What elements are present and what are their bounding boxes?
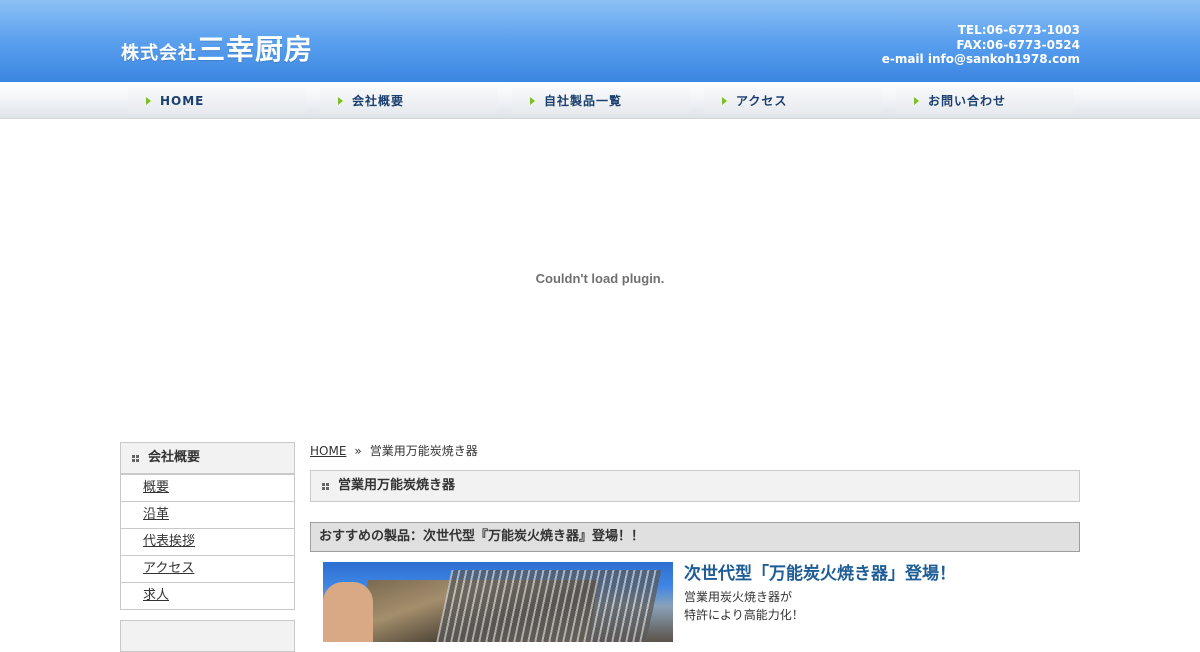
arrow-right-icon [722, 97, 727, 105]
contact-fax: FAX:06-6773-0524 [956, 37, 1080, 52]
sidebar-link-overview[interactable]: 概要 [143, 480, 169, 495]
sidebar-link-greeting[interactable]: 代表挨拶 [143, 534, 195, 549]
breadcrumb: HOME » 営業用万能炭焼き器 [310, 442, 1080, 460]
sidebar-link-access[interactable]: アクセス [143, 561, 194, 576]
product-desc-line-1: 営業用炭火焼き器が [684, 590, 793, 604]
product-text: 次世代型「万能炭火焼き器」登場！ 営業用炭火焼き器が 特許により高能力化！ [684, 562, 956, 624]
sidebar-link-recruit[interactable]: 求人 [143, 588, 169, 603]
page-title-label: 営業用万能炭焼き器 [338, 478, 456, 493]
nav-access-label: アクセス [736, 94, 788, 108]
arrow-right-icon [914, 97, 919, 105]
arrow-right-icon [146, 97, 151, 105]
arrow-right-icon [338, 97, 343, 105]
site-logo[interactable]: 株式会社三幸厨房 [121, 28, 313, 68]
featured-product: 次世代型「万能炭火焼き器」登場！ 営業用炭火焼き器が 特許により高能力化！ [310, 562, 1080, 642]
nav-products[interactable]: 自社製品一覧 [512, 88, 690, 114]
breadcrumb-separator: » [354, 444, 362, 458]
nav-company-label: 会社概要 [352, 94, 405, 108]
bullet-grid-icon [322, 483, 329, 490]
nav-contact[interactable]: お問い合わせ [896, 88, 1074, 114]
product-image [323, 562, 673, 642]
sidebar-second-heading [120, 620, 295, 652]
nav-contact-label: お問い合わせ [928, 94, 1007, 108]
sidebar-item-greeting: 代表挨拶 [121, 528, 294, 555]
product-title: 次世代型「万能炭火焼き器」登場！ [684, 564, 956, 584]
site-header: 株式会社三幸厨房 TEL:06-6773-1003 FAX:06-6773-05… [0, 0, 1200, 82]
product-description: 営業用炭火焼き器が 特許により高能力化！ [684, 588, 956, 624]
contact-tel: TEL:06-6773-1003 [957, 23, 1080, 37]
breadcrumb-current: 営業用万能炭焼き器 [369, 444, 478, 458]
main-content: HOME » 営業用万能炭焼き器 営業用万能炭焼き器 おすすめの製品：次世代型『万能… [310, 442, 1080, 642]
nav-home-label: HOME [160, 94, 205, 108]
arrow-right-icon [530, 97, 535, 105]
nav-home[interactable]: HOME [128, 88, 306, 114]
breadcrumb-home-link[interactable]: HOME [310, 444, 346, 458]
nav-company[interactable]: 会社概要 [320, 88, 498, 114]
main-nav: HOME 会社概要 自社製品一覧 アクセス お問い合わせ [0, 82, 1200, 119]
sidebar-list: 概要 沿革 代表挨拶 アクセス 求人 [120, 474, 295, 610]
sidebar-item-overview: 概要 [121, 474, 294, 501]
sidebar-link-history[interactable]: 沿革 [143, 507, 169, 522]
sidebar-heading-label: 会社概要 [148, 450, 201, 465]
sidebar-item-recruit: 求人 [121, 582, 294, 609]
sidebar-item-access: アクセス [121, 555, 294, 582]
section-heading: おすすめの製品：次世代型『万能炭火焼き器』登場！！ [310, 522, 1080, 552]
logo-name: 三幸厨房 [197, 33, 314, 66]
sidebar-item-history: 沿革 [121, 501, 294, 528]
contact-info: TEL:06-6773-1003 FAX:06-6773-0524 e-mail… [882, 23, 1080, 67]
bullet-grid-icon [132, 455, 139, 462]
product-desc-line-2: 特許により高能力化！ [684, 608, 804, 622]
logo-prefix: 株式会社 [121, 43, 197, 64]
contact-email: e-mail info@sankoh1978.com [881, 52, 1080, 66]
plugin-area: Couldn't load plugin. [0, 119, 1200, 439]
sidebar: 会社概要 概要 沿革 代表挨拶 アクセス 求人 [120, 442, 295, 652]
page-title: 営業用万能炭焼き器 [310, 470, 1080, 502]
plugin-error-message: Couldn't load plugin. [535, 271, 665, 286]
nav-access[interactable]: アクセス [704, 88, 882, 114]
nav-products-label: 自社製品一覧 [544, 94, 623, 108]
sidebar-heading: 会社概要 [120, 442, 295, 474]
